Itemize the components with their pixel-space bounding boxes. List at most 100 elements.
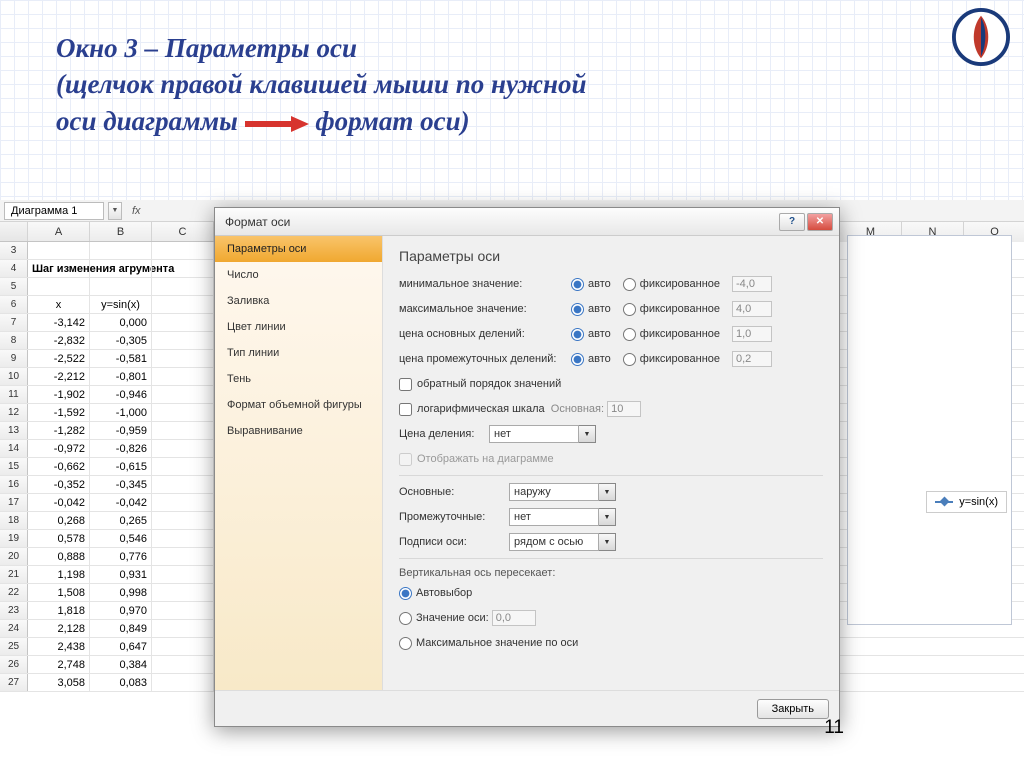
major-auto-radio[interactable] — [571, 328, 584, 341]
cell[interactable]: 0,647 — [90, 638, 152, 655]
cell[interactable]: -3,142 — [28, 314, 90, 331]
row-header[interactable]: 14 — [0, 440, 28, 457]
cell[interactable] — [152, 530, 214, 547]
cell[interactable]: 0,578 — [28, 530, 90, 547]
row-header[interactable]: 4 — [0, 260, 28, 277]
cell[interactable]: 0,265 — [90, 512, 152, 529]
row-header[interactable]: 19 — [0, 530, 28, 547]
row-header[interactable]: 22 — [0, 584, 28, 601]
cross-auto-radio[interactable] — [399, 587, 412, 600]
row-header[interactable]: 13 — [0, 422, 28, 439]
cell[interactable]: -0,662 — [28, 458, 90, 475]
sidebar-item-7[interactable]: Выравнивание — [215, 418, 382, 444]
row-header[interactable]: 8 — [0, 332, 28, 349]
cell[interactable]: x — [28, 296, 90, 313]
cell[interactable]: -0,581 — [90, 350, 152, 367]
cell[interactable]: 2,438 — [28, 638, 90, 655]
help-button[interactable]: ? — [779, 213, 805, 231]
cell[interactable] — [152, 548, 214, 565]
cell[interactable] — [152, 440, 214, 457]
minor-auto-radio[interactable] — [571, 353, 584, 366]
cell[interactable]: -0,959 — [90, 422, 152, 439]
row-header[interactable]: 17 — [0, 494, 28, 511]
minor-value-input[interactable] — [732, 351, 772, 367]
display-unit-combo[interactable]: нет ▼ — [489, 425, 596, 443]
cell[interactable] — [28, 278, 90, 295]
max-auto-radio[interactable] — [571, 303, 584, 316]
cell[interactable]: 0,849 — [90, 620, 152, 637]
cell[interactable]: -0,042 — [28, 494, 90, 511]
column-header-C[interactable]: C — [152, 222, 214, 241]
row-header[interactable]: 20 — [0, 548, 28, 565]
max-value-input[interactable] — [732, 301, 772, 317]
cell[interactable]: -1,282 — [28, 422, 90, 439]
cell[interactable] — [90, 242, 152, 259]
minor-fixed-radio[interactable] — [623, 353, 636, 366]
row-header[interactable]: 11 — [0, 386, 28, 403]
row-header[interactable]: 25 — [0, 638, 28, 655]
max-fixed-radio[interactable] — [623, 303, 636, 316]
min-value-input[interactable] — [732, 276, 772, 292]
cell[interactable]: 0,546 — [90, 530, 152, 547]
cell[interactable]: -0,042 — [90, 494, 152, 511]
chart-legend[interactable]: y=sin(x) — [926, 491, 1007, 513]
cell[interactable] — [90, 278, 152, 295]
min-fixed-radio[interactable] — [623, 278, 636, 291]
cell[interactable] — [152, 350, 214, 367]
reverse-order-checkbox[interactable] — [399, 378, 412, 391]
cell[interactable] — [152, 296, 214, 313]
cell[interactable] — [152, 656, 214, 673]
cell[interactable]: -2,212 — [28, 368, 90, 385]
cell[interactable] — [152, 602, 214, 619]
major-fixed-radio[interactable] — [623, 328, 636, 341]
chevron-down-icon[interactable]: ▼ — [579, 425, 596, 443]
row-header[interactable]: 12 — [0, 404, 28, 421]
dialog-titlebar[interactable]: Формат оси ? ✕ — [215, 208, 839, 236]
log-base-input[interactable] — [607, 401, 641, 417]
cell[interactable]: 2,128 — [28, 620, 90, 637]
chart-area[interactable]: y=sin(x) — [847, 235, 1012, 625]
cell[interactable]: 1,508 — [28, 584, 90, 601]
cell[interactable] — [90, 260, 152, 277]
cell[interactable]: -0,801 — [90, 368, 152, 385]
cell[interactable]: 0,970 — [90, 602, 152, 619]
cell[interactable]: -0,305 — [90, 332, 152, 349]
row-header[interactable]: 3 — [0, 242, 28, 259]
cross-value-radio[interactable] — [399, 612, 412, 625]
cell[interactable]: 3,058 — [28, 674, 90, 691]
row-header[interactable]: 6 — [0, 296, 28, 313]
row-header[interactable]: 15 — [0, 458, 28, 475]
row-header[interactable]: 7 — [0, 314, 28, 331]
sidebar-item-0[interactable]: Параметры оси — [215, 236, 382, 262]
cell[interactable]: -0,352 — [28, 476, 90, 493]
row-header[interactable]: 9 — [0, 350, 28, 367]
cell[interactable] — [152, 512, 214, 529]
cell[interactable]: -1,592 — [28, 404, 90, 421]
cell[interactable]: -2,522 — [28, 350, 90, 367]
cell[interactable] — [152, 260, 214, 277]
chevron-down-icon[interactable]: ▼ — [599, 508, 616, 526]
close-x-button[interactable]: ✕ — [807, 213, 833, 231]
cell[interactable]: 0,268 — [28, 512, 90, 529]
cell[interactable] — [28, 242, 90, 259]
chevron-down-icon[interactable]: ▼ — [599, 533, 616, 551]
name-box[interactable]: Диаграмма 1 — [4, 202, 104, 220]
cell[interactable] — [152, 566, 214, 583]
cell[interactable] — [152, 422, 214, 439]
name-box-dropdown[interactable]: ▼ — [108, 202, 122, 220]
cross-value-input[interactable] — [492, 610, 536, 626]
minor-tick-combo[interactable]: нет ▼ — [509, 508, 616, 526]
row-header[interactable]: 27 — [0, 674, 28, 691]
cell[interactable] — [152, 368, 214, 385]
row-header[interactable]: 5 — [0, 278, 28, 295]
cell[interactable]: -2,832 — [28, 332, 90, 349]
cell[interactable]: 1,198 — [28, 566, 90, 583]
axis-labels-combo[interactable]: рядом с осью ▼ — [509, 533, 616, 551]
cell[interactable]: 0,384 — [90, 656, 152, 673]
cell[interactable]: 0,776 — [90, 548, 152, 565]
sidebar-item-3[interactable]: Цвет линии — [215, 314, 382, 340]
cell[interactable]: Шаг изменения агрумента — [28, 260, 90, 277]
cell[interactable]: 0,083 — [90, 674, 152, 691]
row-header[interactable]: 26 — [0, 656, 28, 673]
cell[interactable]: -1,902 — [28, 386, 90, 403]
